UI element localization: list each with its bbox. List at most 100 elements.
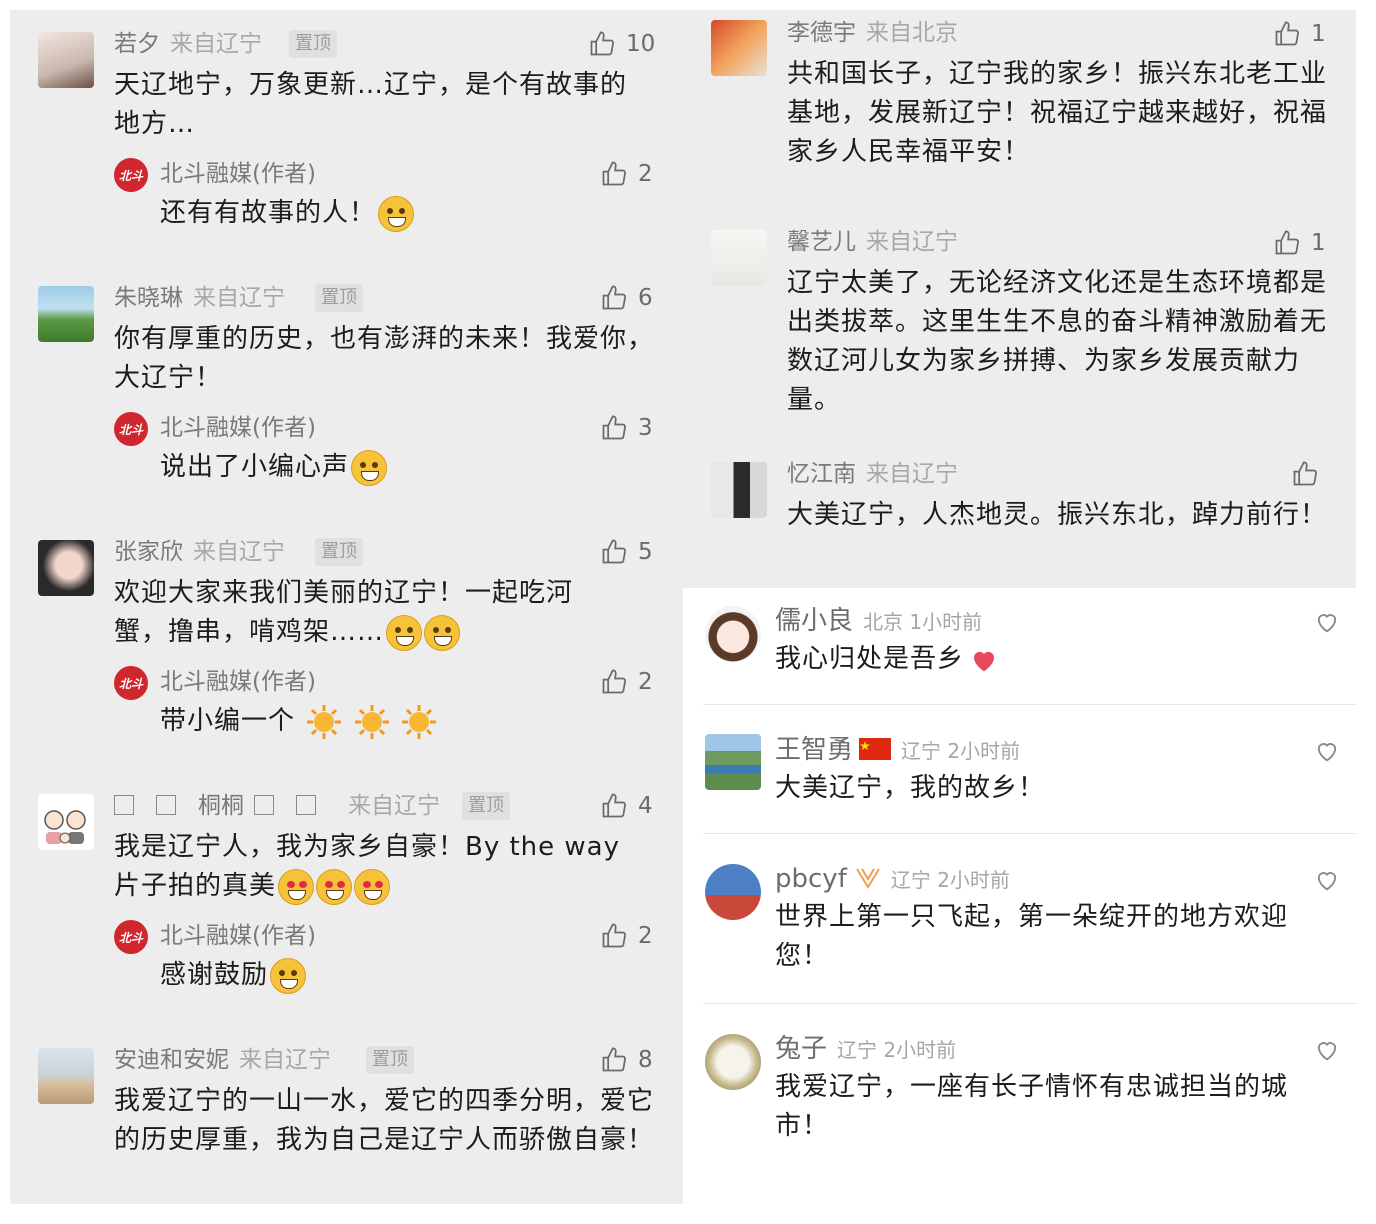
avatar[interactable] xyxy=(705,864,761,920)
thumbs-up-icon xyxy=(602,285,626,310)
grin-emoji-icon xyxy=(270,957,307,994)
like-button[interactable]: 8 xyxy=(600,1046,653,1074)
comment-author[interactable]: 安迪和安妮 来自辽宁 xyxy=(114,1049,331,1072)
like-count: 8 xyxy=(638,1046,653,1073)
like-button[interactable]: 3 xyxy=(600,414,653,442)
comment-author[interactable]: 李德宇 来自北京 xyxy=(787,22,958,45)
like-count: 2 xyxy=(638,922,653,949)
placeholder-glyph xyxy=(296,795,316,815)
thumbs-up-icon xyxy=(602,161,626,186)
comment-author[interactable]: 忆江南 来自辽宁 xyxy=(787,463,958,486)
heart-icon[interactable] xyxy=(1313,866,1341,894)
comment-text: 欢迎大家来我们美丽的辽宁！一起吃河蟹，撸串，啃鸡架…… xyxy=(114,574,624,652)
comment-author[interactable]: 若夕 来自辽宁 xyxy=(114,33,262,56)
comment-author[interactable]: pbcyf 辽宁 2小时前 xyxy=(775,866,1010,892)
reply-text: 说出了小编心声 xyxy=(160,448,388,487)
comment-text: 你有厚重的历史，也有澎湃的未来！我爱你，大辽宁！ xyxy=(114,324,655,393)
smirk-emoji-icon xyxy=(386,614,423,651)
vip-badge-icon xyxy=(855,868,880,889)
comment-text: 大美辽宁，我的故乡！ xyxy=(775,773,1046,803)
comment-author[interactable]: 王智勇 辽宁 2小时前 xyxy=(775,737,1020,763)
like-button[interactable]: 10 xyxy=(588,30,655,58)
thumbs-up-icon xyxy=(602,923,626,948)
pinned-badge: 置顶 xyxy=(315,284,363,312)
cartoon-family-icon xyxy=(44,810,86,844)
heart-eyes-emoji-icon xyxy=(316,868,353,905)
comment-author[interactable]: 张家欣 来自辽宁 xyxy=(114,541,285,564)
thumbs-up-icon xyxy=(1275,21,1299,46)
heart-icon[interactable] xyxy=(1313,1036,1341,1064)
heart-eyes-emoji-icon xyxy=(354,868,391,905)
like-button[interactable]: 5 xyxy=(600,538,653,566)
left-comment-panel: 若夕 来自辽宁 置顶 10 天辽地宁，万象更新…辽宁，是个有故事的地方… 北斗 北… xyxy=(10,10,683,1204)
placeholder-glyph xyxy=(254,795,274,815)
reply-author[interactable]: 北斗融媒(作者) xyxy=(160,163,316,186)
reply-author[interactable]: 北斗融媒(作者) xyxy=(160,671,316,694)
like-count: 10 xyxy=(626,30,656,57)
comment-text: 我爱辽宁的一山一水，爱它的四季分明，爱它的历史厚重，我为自己是辽宁人而骄傲自豪！ xyxy=(114,1086,655,1155)
thumbs-up-icon xyxy=(1275,230,1299,255)
pinned-badge: 置顶 xyxy=(366,1046,414,1074)
sun-emoji-icon xyxy=(401,704,436,739)
avatar[interactable] xyxy=(705,606,761,662)
avatar[interactable] xyxy=(705,1034,761,1090)
avatar[interactable] xyxy=(38,540,94,596)
comment-text: 我心归处是吾乡 xyxy=(775,640,1315,679)
like-count: 2 xyxy=(638,160,653,187)
like-count: 6 xyxy=(638,284,653,311)
comment-text: 世界上第一只飞起，第一朵绽开的地方欢迎您！ xyxy=(775,902,1289,971)
thumbs-up-icon xyxy=(602,669,626,694)
avatar[interactable] xyxy=(38,286,94,342)
sun-emoji-icon xyxy=(354,704,389,739)
like-count: 3 xyxy=(638,414,653,441)
like-count: 4 xyxy=(638,792,653,819)
like-button[interactable] xyxy=(1291,460,1329,488)
avatar[interactable] xyxy=(711,462,767,518)
comment-author[interactable]: 桐桐 来自辽宁 xyxy=(114,795,440,818)
author-logo: 北斗 xyxy=(114,920,148,954)
like-button[interactable]: 2 xyxy=(600,160,653,188)
smirk-emoji-icon xyxy=(351,449,388,486)
comment-text: 大美辽宁，人杰地灵。振兴东北，踔力前行！ xyxy=(787,500,1328,530)
pinned-badge: 置顶 xyxy=(289,30,337,58)
like-button[interactable]: 1 xyxy=(1273,229,1326,257)
like-button[interactable]: 6 xyxy=(600,284,653,312)
comment-text: 共和国长子，辽宁我的家乡！振兴东北老工业基地，发展新辽宁！祝福辽宁越来越好，祝福… xyxy=(787,59,1328,167)
thumbs-up-icon xyxy=(602,539,626,564)
like-count: 2 xyxy=(638,668,653,695)
avatar[interactable] xyxy=(705,734,761,790)
comment-text: 我爱辽宁，一座有长子情怀有忠诚担当的城市！ xyxy=(775,1072,1289,1141)
reply-author[interactable]: 北斗融媒(作者) xyxy=(160,925,316,948)
like-count: 1 xyxy=(1311,20,1326,47)
avatar[interactable] xyxy=(711,20,767,76)
reply-author[interactable]: 北斗融媒(作者) xyxy=(160,417,316,440)
thumbs-up-icon xyxy=(602,793,626,818)
heart-icon[interactable] xyxy=(1313,737,1341,765)
avatar[interactable] xyxy=(711,230,767,286)
comment-author[interactable]: 馨艺儿 来自辽宁 xyxy=(787,231,958,254)
like-button[interactable]: 4 xyxy=(600,792,653,820)
like-button[interactable]: 2 xyxy=(600,922,653,950)
comment-author[interactable]: 儒小良 北京 1小时前 xyxy=(775,608,982,634)
red-heart-emoji-icon xyxy=(974,651,995,671)
reply-text: 还有有故事的人！ xyxy=(160,194,415,233)
comment-text: 辽宁太美了，无论经济文化还是生态环境都是出类拔萃。这里生生不息的奋斗精神激励着无… xyxy=(787,268,1328,415)
like-count: 5 xyxy=(638,538,653,565)
comment-text: 天辽地宁，万象更新…辽宁，是个有故事的地方… xyxy=(114,70,628,139)
heart-icon[interactable] xyxy=(1313,608,1341,636)
avatar[interactable] xyxy=(38,32,94,88)
china-flag-icon xyxy=(859,738,892,760)
avatar[interactable] xyxy=(38,794,94,850)
placeholder-glyph xyxy=(156,795,176,815)
right-bottom-comment-panel: 儒小良 北京 1小时前 我心归处是吾乡 王智勇 辽宁 2小时前 大美辽宁，我的故乡！… xyxy=(683,588,1356,1204)
avatar[interactable] xyxy=(38,1048,94,1104)
heart-eyes-emoji-icon xyxy=(278,868,315,905)
comment-author[interactable]: 兔子 辽宁 2小时前 xyxy=(775,1036,956,1062)
like-count: 1 xyxy=(1311,229,1326,256)
reply-text: 感谢鼓励 xyxy=(160,956,307,995)
like-button[interactable]: 2 xyxy=(600,668,653,696)
author-logo: 北斗 xyxy=(114,158,148,192)
right-top-comment-panel: 李德宇 来自北京 1 共和国长子，辽宁我的家乡！振兴东北老工业基地，发展新辽宁！祝… xyxy=(683,10,1356,588)
like-button[interactable]: 1 xyxy=(1273,20,1326,48)
comment-author[interactable]: 朱晓琳 来自辽宁 xyxy=(114,287,285,310)
